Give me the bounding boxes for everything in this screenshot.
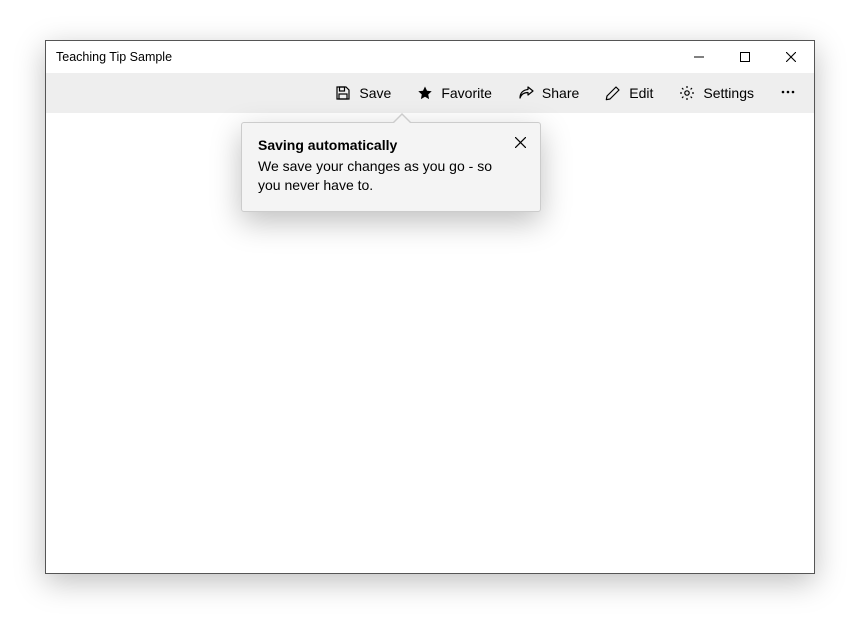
maximize-button[interactable]	[722, 41, 768, 73]
teaching-tip: Saving automatically We save your change…	[241, 122, 541, 212]
close-button[interactable]	[768, 41, 814, 73]
minimize-icon	[694, 52, 704, 62]
more-button[interactable]	[768, 75, 808, 111]
settings-button[interactable]: Settings	[667, 75, 766, 111]
title-bar: Teaching Tip Sample	[46, 41, 814, 73]
command-bar: Save Favorite Share	[46, 73, 814, 113]
share-icon	[518, 85, 534, 101]
close-icon	[786, 52, 796, 62]
teaching-tip-title: Saving automatically	[258, 137, 500, 153]
edit-label: Edit	[629, 85, 653, 101]
share-button[interactable]: Share	[506, 75, 591, 111]
window-controls	[676, 41, 814, 73]
edit-icon	[605, 85, 621, 101]
more-icon	[780, 84, 796, 103]
save-button[interactable]: Save	[323, 75, 403, 111]
favorite-label: Favorite	[441, 85, 492, 101]
settings-label: Settings	[703, 85, 754, 101]
gear-icon	[679, 85, 695, 101]
app-window: Teaching Tip Sample	[45, 40, 815, 574]
close-icon	[515, 135, 526, 151]
edit-button[interactable]: Edit	[593, 75, 665, 111]
star-icon	[417, 85, 433, 101]
teaching-tip-close-button[interactable]	[508, 131, 532, 155]
maximize-icon	[740, 52, 750, 62]
share-label: Share	[542, 85, 579, 101]
favorite-button[interactable]: Favorite	[405, 75, 504, 111]
content-area: Saving automatically We save your change…	[46, 113, 814, 573]
teaching-tip-subtitle: We save your changes as you go - so you …	[258, 157, 500, 195]
save-label: Save	[359, 85, 391, 101]
save-icon	[335, 85, 351, 101]
window-title: Teaching Tip Sample	[56, 50, 172, 64]
minimize-button[interactable]	[676, 41, 722, 73]
